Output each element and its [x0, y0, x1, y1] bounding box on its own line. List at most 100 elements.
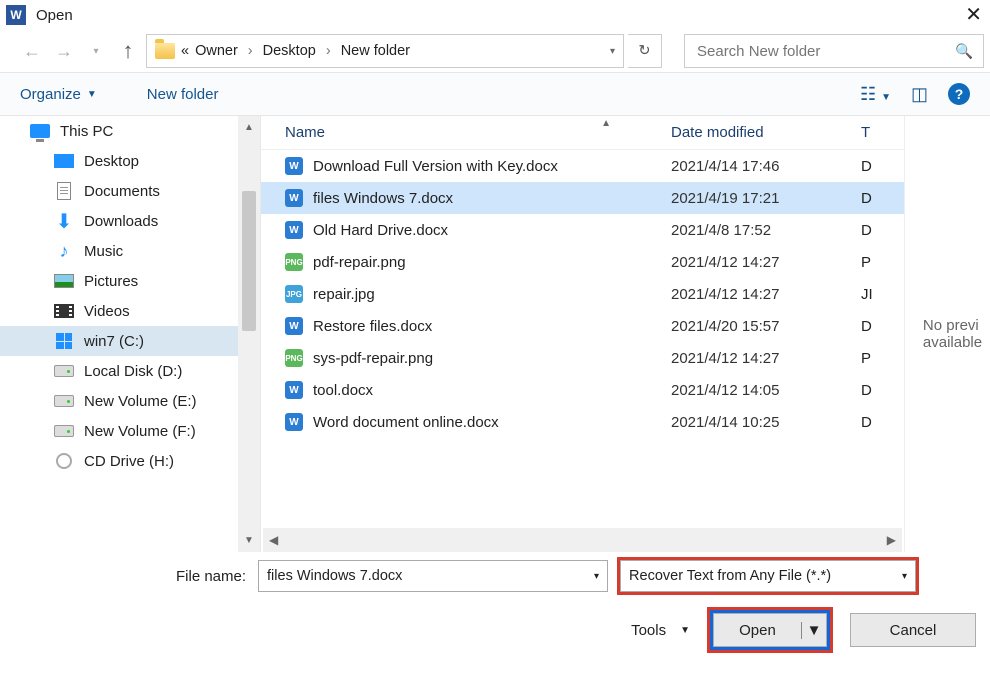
back-button[interactable]: ← — [18, 37, 46, 65]
nav-bar: ← → ▾ ↑ « Owner › Desktop › New folder ▾… — [0, 30, 990, 72]
file-name: Restore files.docx — [313, 318, 432, 335]
file-date: 2021/4/12 14:05 — [671, 382, 861, 399]
sidebar-item-pictures[interactable]: Pictures — [0, 266, 238, 296]
open-split-dropdown[interactable]: ▼ — [802, 622, 826, 639]
sidebar-item-desktop[interactable]: Desktop — [0, 146, 238, 176]
sidebar-item-new-volume-f-[interactable]: New Volume (F:) — [0, 416, 238, 446]
docx-file-icon: W — [285, 317, 303, 335]
horizontal-scrollbar[interactable]: ◀ ▶ — [263, 528, 902, 552]
file-type: D — [861, 190, 901, 207]
file-type: D — [861, 414, 901, 431]
file-type: P — [861, 254, 901, 271]
sidebar-item-label: This PC — [60, 123, 113, 140]
sidebar-item-label: CD Drive (H:) — [84, 453, 174, 470]
cancel-button[interactable]: Cancel — [850, 613, 976, 647]
new-folder-button[interactable]: New folder — [147, 86, 219, 103]
file-type: JI — [861, 286, 901, 303]
file-date: 2021/4/8 17:52 — [671, 222, 861, 239]
column-name[interactable]: Name▲ — [261, 124, 671, 141]
sidebar-item-this-pc[interactable]: This PC — [0, 116, 238, 146]
word-icon: W — [6, 5, 26, 25]
sidebar-scrollbar[interactable]: ▲ ▼ — [238, 116, 260, 552]
scroll-down-icon[interactable]: ▼ — [244, 529, 254, 552]
recent-dropdown[interactable]: ▾ — [82, 37, 110, 65]
crumb-owner[interactable]: Owner — [195, 43, 238, 59]
help-icon[interactable]: ? — [948, 83, 970, 105]
file-row[interactable]: WOld Hard Drive.docx2021/4/8 17:52D — [261, 214, 904, 246]
up-button[interactable]: ↑ — [114, 37, 142, 65]
filename-input[interactable]: files Windows 7.docx ▾ — [258, 560, 608, 592]
window-title: Open — [36, 7, 73, 24]
file-date: 2021/4/20 15:57 — [671, 318, 861, 335]
sidebar-item-new-volume-e-[interactable]: New Volume (E:) — [0, 386, 238, 416]
preview-text: No previ available — [923, 317, 982, 351]
chevron-down-icon: ▼ — [87, 89, 97, 100]
search-icon: 🔍 — [955, 43, 973, 60]
file-row[interactable]: WDownload Full Version with Key.docx2021… — [261, 150, 904, 182]
organize-button[interactable]: Organize▼ — [20, 86, 97, 103]
chevron-down-icon: ▼ — [680, 625, 690, 636]
filename-value: files Windows 7.docx — [267, 568, 402, 584]
file-name: pdf-repair.png — [313, 254, 406, 271]
forward-button[interactable]: → — [50, 37, 78, 65]
file-row[interactable]: JPGrepair.jpg2021/4/12 14:27JI — [261, 278, 904, 310]
bottom-panel: File name: files Windows 7.docx ▾ Recove… — [0, 552, 990, 650]
file-date: 2021/4/14 17:46 — [671, 158, 861, 175]
refresh-button[interactable]: ↻ — [628, 34, 662, 68]
file-row[interactable]: PNGpdf-repair.png2021/4/12 14:27P — [261, 246, 904, 278]
file-row[interactable]: Wtool.docx2021/4/12 14:05D — [261, 374, 904, 406]
search-input[interactable]: 🔍 — [684, 34, 984, 68]
chevron-down-icon[interactable]: ▾ — [610, 46, 615, 57]
docx-file-icon: W — [285, 381, 303, 399]
file-date: 2021/4/12 14:27 — [671, 286, 861, 303]
scroll-thumb[interactable] — [242, 191, 256, 331]
sidebar: This PC Desktop Documents⬇Downloads♪Music P… — [0, 116, 238, 552]
sidebar-item-videos[interactable]: Videos — [0, 296, 238, 326]
sidebar-item-cd-drive-h-[interactable]: CD Drive (H:) — [0, 446, 238, 476]
png-file-icon: PNG — [285, 349, 303, 367]
open-button[interactable]: Open ▼ — [713, 613, 827, 647]
sidebar-item-music[interactable]: ♪Music — [0, 236, 238, 266]
toolbar: Organize▼ New folder ☷ ▼ ◫ ? — [0, 72, 990, 116]
sidebar-item-label: Pictures — [84, 273, 138, 290]
file-type-filter[interactable]: Recover Text from Any File (*.*) ▾ — [620, 560, 916, 592]
file-row[interactable]: WRestore files.docx2021/4/20 15:57D — [261, 310, 904, 342]
search-field[interactable] — [695, 42, 955, 61]
file-name: sys-pdf-repair.png — [313, 350, 433, 367]
sort-up-icon: ▲ — [601, 118, 611, 129]
sidebar-item-documents[interactable]: Documents — [0, 176, 238, 206]
title-bar: W Open ✕ — [0, 0, 990, 30]
scroll-up-icon[interactable]: ▲ — [244, 116, 254, 139]
file-row[interactable]: Wfiles Windows 7.docx2021/4/19 17:21D — [261, 182, 904, 214]
crumb-desktop[interactable]: Desktop — [263, 43, 316, 59]
tools-button[interactable]: Tools▼ — [631, 622, 690, 639]
sidebar-item-local-disk-d-[interactable]: Local Disk (D:) — [0, 356, 238, 386]
sidebar-item-label: Downloads — [84, 213, 158, 230]
file-date: 2021/4/19 17:21 — [671, 190, 861, 207]
view-options-icon[interactable]: ☷ ▼ — [860, 84, 891, 105]
file-type: P — [861, 350, 901, 367]
file-date: 2021/4/12 14:27 — [671, 254, 861, 271]
file-row[interactable]: WWord document online.docx2021/4/14 10:2… — [261, 406, 904, 438]
open-label[interactable]: Open — [714, 622, 802, 639]
sidebar-item-label: Videos — [84, 303, 130, 320]
sidebar-item-win7-c-[interactable]: win7 (C:) — [0, 326, 238, 356]
close-icon[interactable]: ✕ — [957, 0, 990, 29]
file-date: 2021/4/12 14:27 — [671, 350, 861, 367]
breadcrumb[interactable]: « Owner › Desktop › New folder ▾ — [146, 34, 624, 68]
sidebar-item-label: Local Disk (D:) — [84, 363, 182, 380]
chevron-down-icon[interactable]: ▾ — [594, 571, 599, 582]
preview-pane-icon[interactable]: ◫ — [911, 84, 928, 105]
sidebar-item-label: Music — [84, 243, 123, 260]
column-date[interactable]: Date modified — [671, 124, 861, 141]
column-type[interactable]: T — [861, 124, 901, 141]
file-type: D — [861, 158, 901, 175]
folder-icon — [155, 43, 175, 59]
sidebar-item-label: New Volume (E:) — [84, 393, 197, 410]
scroll-right-icon: ▶ — [887, 533, 896, 547]
crumb-newfolder[interactable]: New folder — [341, 43, 410, 59]
sidebar-item-label: Desktop — [84, 153, 139, 170]
sidebar-item-downloads[interactable]: ⬇Downloads — [0, 206, 238, 236]
file-row[interactable]: PNG sys-pdf-repair.png 2021/4/12 14:27P — [261, 342, 904, 374]
chevron-down-icon[interactable]: ▾ — [902, 571, 907, 582]
